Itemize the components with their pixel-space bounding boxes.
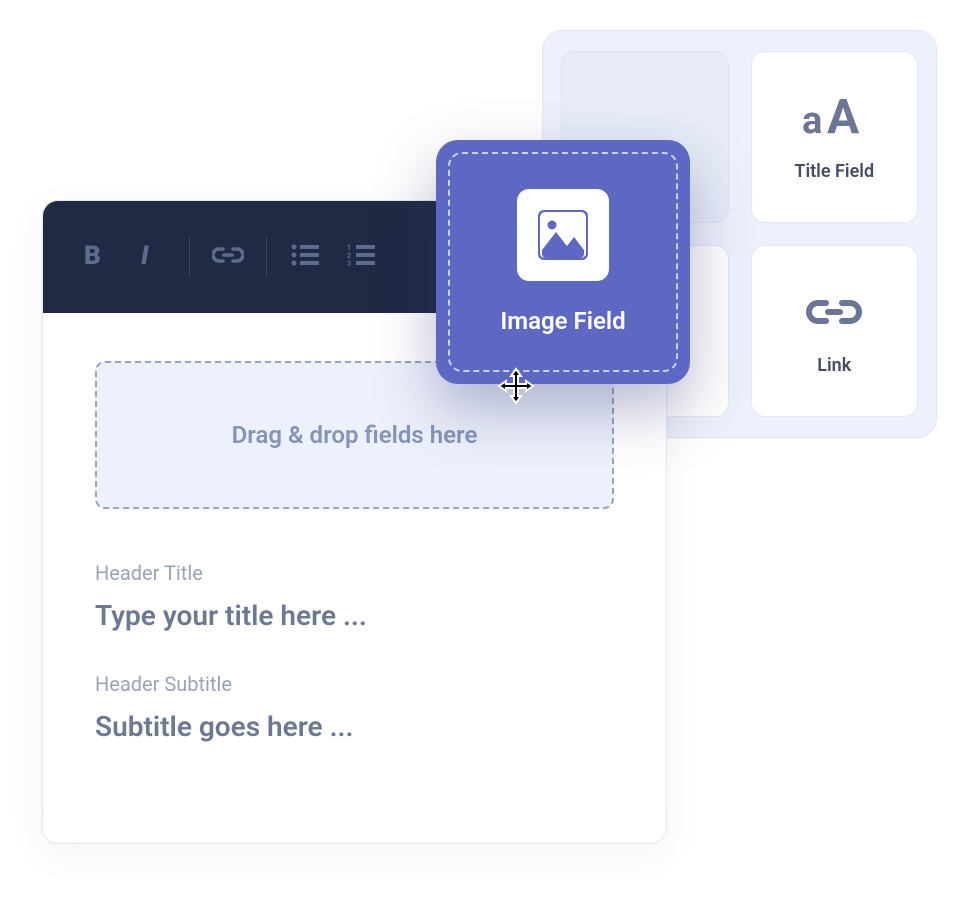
toolbar-divider — [266, 237, 267, 277]
italic-icon: I — [141, 242, 161, 272]
title-field-icon: a A — [802, 93, 866, 143]
link-icon — [212, 246, 244, 268]
numbered-list-icon: 1 2 3 — [347, 244, 375, 270]
svg-text:B: B — [84, 242, 101, 268]
field-label: Header Title — [95, 561, 614, 585]
palette-tile-link[interactable]: Link — [751, 245, 919, 417]
bold-icon: B — [84, 242, 106, 272]
drop-zone-text: Drag & drop fields here — [232, 421, 478, 449]
ordered-list-button[interactable]: 1 2 3 — [337, 233, 385, 281]
subtitle-input[interactable]: Subtitle goes here ... — [95, 710, 614, 743]
svg-text:A: A — [827, 95, 860, 141]
toolbar-divider — [189, 237, 190, 277]
drag-item-label: Image Field — [500, 307, 625, 335]
palette-tile-label: Title Field — [794, 161, 874, 182]
italic-button[interactable]: I — [127, 233, 175, 281]
svg-text:3: 3 — [347, 260, 351, 266]
palette-tile-title[interactable]: a A Title Field — [751, 51, 919, 223]
bullet-list-icon — [291, 244, 319, 270]
dragging-image-field[interactable]: Image Field — [436, 140, 690, 384]
svg-text:I: I — [141, 242, 149, 268]
link-button[interactable] — [204, 233, 252, 281]
title-input[interactable]: Type your title here ... — [95, 599, 614, 632]
palette-tile-label: Link — [817, 355, 851, 376]
svg-text:a: a — [802, 99, 822, 141]
field-label: Header Subtitle — [95, 672, 614, 696]
image-field-icon — [517, 189, 609, 281]
bold-button[interactable]: B — [71, 233, 119, 281]
svg-text:1: 1 — [347, 244, 351, 252]
field-header-subtitle: Header Subtitle Subtitle goes here ... — [95, 672, 614, 743]
link-icon — [806, 287, 862, 337]
svg-text:2: 2 — [347, 252, 351, 260]
field-header-title: Header Title Type your title here ... — [95, 561, 614, 632]
move-cursor-icon — [496, 366, 536, 406]
unordered-list-button[interactable] — [281, 233, 329, 281]
editor-body: Drag & drop fields here Header Title Typ… — [43, 313, 666, 843]
